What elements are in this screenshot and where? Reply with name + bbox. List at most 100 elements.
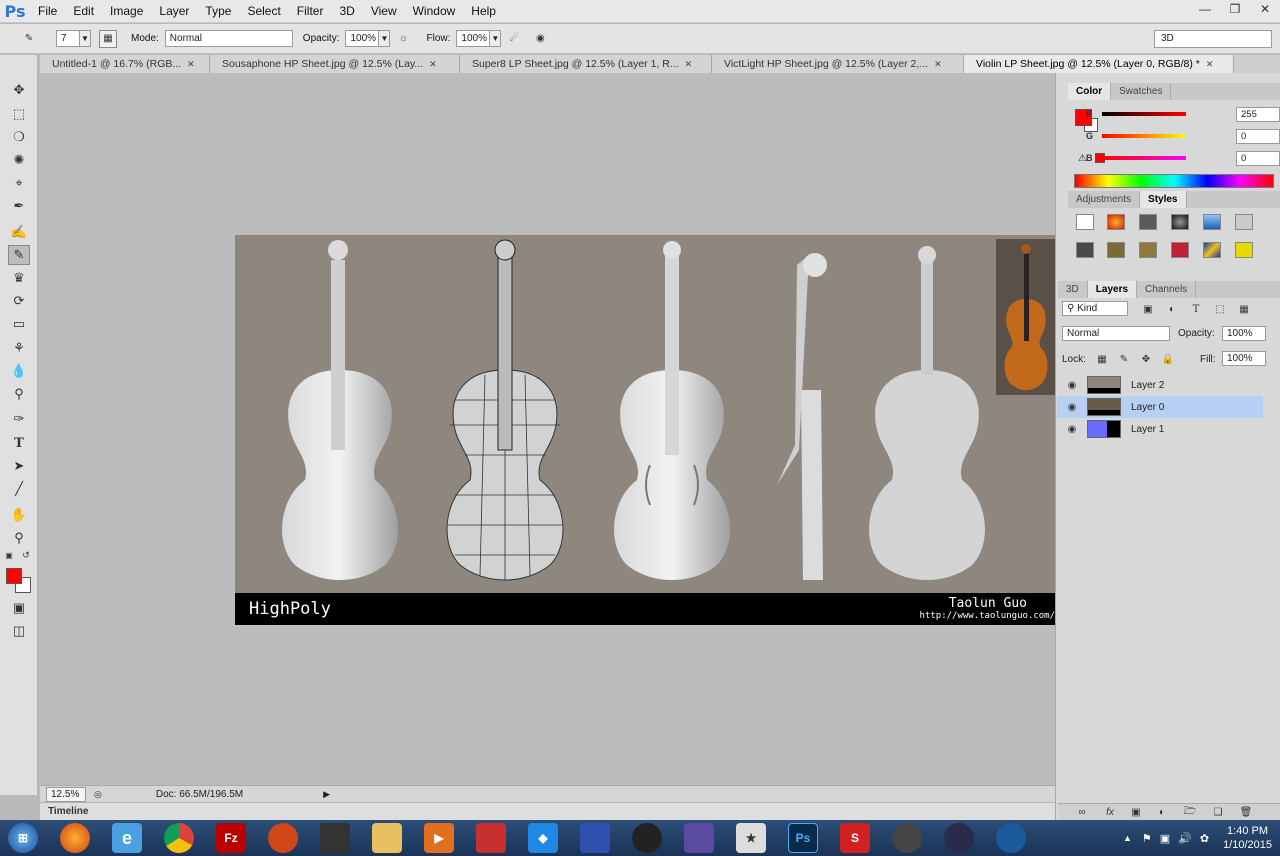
- paint-bucket-tool-icon[interactable]: ⚘: [8, 338, 30, 358]
- style-swatch[interactable]: [1107, 242, 1125, 258]
- dodge-tool-icon[interactable]: ⚲: [8, 384, 30, 404]
- close-icon[interactable]: ✕: [934, 55, 942, 73]
- violin-artwork[interactable]: HighPoly Taolun Guo http://www.taolunguo…: [235, 235, 1055, 625]
- trash-icon[interactable]: 🗑: [1238, 805, 1254, 819]
- style-swatch[interactable]: [1235, 214, 1253, 230]
- tab-victlight[interactable]: VictLight HP Sheet.jpg @ 12.5% (Layer 2,…: [712, 55, 964, 73]
- lock-transparency-icon[interactable]: ▦: [1094, 352, 1110, 366]
- close-icon[interactable]: ✕: [1206, 55, 1214, 73]
- airbrush-icon[interactable]: ☄: [505, 30, 523, 48]
- blue-track[interactable]: [1102, 156, 1186, 160]
- pressure-size-icon[interactable]: ◉: [531, 30, 549, 48]
- app-icon[interactable]: [632, 823, 662, 853]
- timeline-panel-tab[interactable]: Timeline: [40, 802, 1055, 820]
- menu-image[interactable]: Image: [102, 0, 151, 23]
- volume-icon[interactable]: 🔊: [1178, 832, 1192, 845]
- menu-edit[interactable]: Edit: [65, 0, 102, 23]
- tab-violin[interactable]: Violin LP Sheet.jpg @ 12.5% (Layer 0, RG…: [964, 55, 1234, 73]
- substance-icon[interactable]: S: [840, 823, 870, 853]
- tab-adjustments[interactable]: Adjustments: [1068, 191, 1141, 208]
- tab-untitled[interactable]: Untitled-1 @ 16.7% (RGB... ✕: [40, 55, 210, 73]
- layer-row[interactable]: ◉ Layer 2: [1057, 374, 1263, 396]
- style-swatch[interactable]: [1203, 214, 1221, 230]
- style-swatch[interactable]: [1076, 242, 1094, 258]
- healing-tool-icon[interactable]: ✍: [8, 222, 30, 242]
- filter-type-icon[interactable]: T: [1188, 302, 1204, 316]
- foreground-color-swatch[interactable]: [6, 568, 22, 584]
- style-swatch[interactable]: [1235, 242, 1253, 258]
- brush-size-picker[interactable]: 7: [56, 30, 80, 47]
- hand-tool-icon[interactable]: ✋: [8, 505, 30, 525]
- quick-select-tool-icon[interactable]: ✺: [8, 150, 30, 170]
- chevron-down-icon[interactable]: ▼: [80, 30, 91, 47]
- screen-mode-icon[interactable]: ◫: [8, 621, 30, 641]
- lock-pixels-icon[interactable]: ✎: [1116, 352, 1132, 366]
- brush-tool-icon[interactable]: ✎: [20, 30, 38, 48]
- filter-smart-icon[interactable]: ▦: [1236, 302, 1252, 316]
- menu-file[interactable]: File: [30, 0, 65, 23]
- red-track[interactable]: [1102, 112, 1186, 116]
- add-mask-icon[interactable]: ▣: [1128, 805, 1144, 819]
- app-icon[interactable]: [996, 823, 1026, 853]
- document-size[interactable]: Doc: 66.5M/196.5M: [156, 789, 243, 800]
- style-swatch-none[interactable]: [1076, 214, 1094, 230]
- blend-mode-select[interactable]: Normal: [1062, 326, 1170, 341]
- zoom-tool-icon[interactable]: ⚲: [8, 528, 30, 548]
- close-icon[interactable]: ✕: [1250, 0, 1280, 17]
- eye-icon[interactable]: ◉: [1057, 424, 1087, 435]
- app-icon[interactable]: [892, 823, 922, 853]
- close-icon[interactable]: ✕: [429, 55, 437, 73]
- zoom-level-input[interactable]: 12.5%: [46, 786, 86, 802]
- menu-filter[interactable]: Filter: [289, 0, 332, 23]
- type-tool-icon[interactable]: T: [8, 433, 30, 453]
- layer-row[interactable]: ◉ Layer 1: [1057, 418, 1263, 440]
- opacity-input[interactable]: 100%: [345, 30, 380, 47]
- network-icon[interactable]: ▣: [1160, 832, 1170, 845]
- filezilla-icon[interactable]: Fz: [216, 823, 246, 853]
- path-select-tool-icon[interactable]: ➤: [8, 456, 30, 476]
- eyedropper-tool-icon[interactable]: ✒: [8, 196, 30, 216]
- default-colors-icon[interactable]: ▣: [3, 549, 15, 561]
- marquee-tool-icon[interactable]: ⬚: [8, 104, 30, 124]
- blur-tool-icon[interactable]: 💧: [8, 361, 30, 381]
- restore-icon[interactable]: ❐: [1220, 0, 1250, 17]
- layer-name[interactable]: Layer 2: [1131, 380, 1164, 391]
- photoshop-icon[interactable]: Ps: [788, 823, 818, 853]
- tab-color[interactable]: Color: [1068, 83, 1112, 100]
- flag-icon[interactable]: ⚑: [1142, 832, 1152, 845]
- tab-super8[interactable]: Super8 LP Sheet.jpg @ 12.5% (Layer 1, R.…: [460, 55, 712, 73]
- app-icon[interactable]: [268, 823, 298, 853]
- tab-layers[interactable]: Layers: [1087, 281, 1138, 298]
- red-slider[interactable]: R 255: [1086, 106, 1280, 122]
- adjustment-layer-icon[interactable]: ◐: [1154, 805, 1170, 819]
- app-icon[interactable]: [580, 823, 610, 853]
- flow-input[interactable]: 100%: [456, 30, 491, 47]
- link-layers-icon[interactable]: ∞: [1074, 805, 1090, 819]
- fill-input[interactable]: 100%: [1222, 351, 1266, 366]
- stamp-tool-icon[interactable]: ♛: [8, 268, 30, 288]
- crop-tool-icon[interactable]: ⌖: [8, 173, 30, 193]
- close-icon[interactable]: ✕: [685, 55, 693, 73]
- layer-row-selected[interactable]: ◉ Layer 0: [1057, 396, 1263, 418]
- chevron-down-icon[interactable]: ▼: [490, 30, 502, 47]
- filter-shape-icon[interactable]: ⬚: [1212, 302, 1228, 316]
- workspace-select[interactable]: 3D: [1154, 30, 1272, 48]
- style-swatch[interactable]: [1139, 214, 1157, 230]
- swap-colors-icon[interactable]: ↺: [20, 549, 32, 561]
- lock-all-icon[interactable]: 🔒: [1160, 352, 1176, 366]
- menu-3d[interactable]: 3D: [331, 0, 362, 23]
- layer-name[interactable]: Layer 0: [1131, 402, 1164, 413]
- filter-pixel-icon[interactable]: ▣: [1140, 302, 1156, 316]
- move-tool-icon[interactable]: ✥: [8, 80, 30, 100]
- firefox-icon[interactable]: [60, 823, 90, 853]
- internet-explorer-icon[interactable]: e: [112, 823, 142, 853]
- layer-opacity-input[interactable]: 100%: [1222, 326, 1266, 341]
- pen-tool-icon[interactable]: ✑: [8, 409, 30, 429]
- chevron-down-icon[interactable]: ▼: [379, 30, 391, 47]
- menu-view[interactable]: View: [363, 0, 405, 23]
- pressure-opacity-icon[interactable]: ☼: [394, 30, 412, 48]
- tab-styles[interactable]: Styles: [1140, 191, 1187, 208]
- brush-panel-icon[interactable]: ▦: [99, 29, 117, 48]
- lasso-tool-icon[interactable]: ❍: [8, 127, 30, 147]
- minimize-icon[interactable]: —: [1190, 0, 1220, 17]
